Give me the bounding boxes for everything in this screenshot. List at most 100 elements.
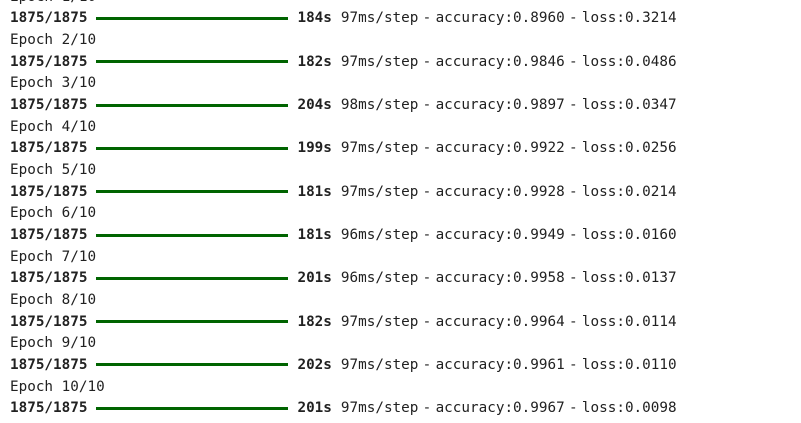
accuracy-value: 0.9958 bbox=[513, 270, 565, 287]
epoch-time: 202s bbox=[297, 356, 332, 373]
epoch-time: 204s bbox=[297, 97, 332, 114]
separator: - bbox=[569, 140, 578, 157]
separator: - bbox=[422, 227, 432, 244]
loss-value: 0.3214 bbox=[624, 10, 677, 27]
epoch-time: 181s bbox=[297, 227, 332, 244]
loss-label: loss: bbox=[581, 313, 625, 330]
progress-bar bbox=[96, 60, 289, 64]
epoch-progress-line: 1875/1875 201s 97ms/step - accuracy: 0.9967-… bbox=[10, 397, 798, 419]
accuracy-value: 0.9928 bbox=[513, 183, 565, 200]
separator: - bbox=[569, 400, 578, 417]
separator: - bbox=[569, 53, 578, 70]
epoch-label: Epoch 9/10 bbox=[10, 335, 97, 352]
loss-value: 0.0098 bbox=[624, 400, 677, 417]
progress-bar bbox=[96, 146, 289, 150]
epoch-header: Epoch 2/10 bbox=[10, 29, 798, 51]
step-counter: 1875/1875 bbox=[10, 53, 88, 70]
epoch-time: 201s bbox=[297, 270, 332, 287]
separator: - bbox=[422, 183, 432, 200]
loss-value: 0.0256 bbox=[624, 140, 677, 157]
epoch-header: Epoch 3/10 bbox=[10, 73, 798, 95]
separator: - bbox=[569, 227, 578, 244]
loss-label: loss: bbox=[581, 400, 625, 417]
accuracy-value: 0.8960 bbox=[513, 10, 565, 27]
progress-bar bbox=[96, 276, 289, 280]
loss-value: 0.0486 bbox=[624, 53, 677, 70]
epoch-progress-line: 1875/1875 202s 97ms/step - accuracy: 0.9961-… bbox=[10, 354, 798, 376]
step-counter: 1875/1875 bbox=[10, 97, 88, 114]
epoch-header: Epoch 5/10 bbox=[10, 159, 798, 181]
separator: - bbox=[569, 313, 578, 330]
step-counter: 1875/1875 bbox=[10, 356, 88, 373]
accuracy-label: accuracy: bbox=[435, 270, 514, 287]
time-per-step: 97ms/step bbox=[340, 183, 419, 200]
time-per-step: 97ms/step bbox=[340, 140, 419, 157]
accuracy-value: 0.9922 bbox=[513, 140, 565, 157]
accuracy-value: 0.9949 bbox=[513, 227, 565, 244]
step-counter: 1875/1875 bbox=[10, 400, 88, 417]
step-counter: 1875/1875 bbox=[10, 270, 88, 287]
progress-bar bbox=[96, 190, 289, 194]
separator: - bbox=[422, 270, 432, 287]
epoch-progress-line: 1875/1875 182s 97ms/step - accuracy: 0.9846-… bbox=[10, 51, 798, 73]
loss-label: loss: bbox=[581, 270, 625, 287]
separator: - bbox=[422, 10, 432, 27]
epoch-progress-line: 1875/1875 181s 97ms/step - accuracy: 0.9928-… bbox=[10, 181, 798, 203]
accuracy-value: 0.9964 bbox=[513, 313, 565, 330]
time-per-step: 96ms/step bbox=[340, 270, 419, 287]
epoch-progress-line: 1875/1875 181s 96ms/step - accuracy: 0.9949-… bbox=[10, 224, 798, 246]
training-output-console: Epoch 1/101875/1875184s97ms/step-accurac… bbox=[0, 0, 801, 423]
time-per-step: 96ms/step bbox=[340, 227, 419, 244]
separator: - bbox=[422, 400, 432, 417]
time-per-step: 97ms/step bbox=[340, 356, 419, 373]
accuracy-label: accuracy: bbox=[435, 10, 514, 27]
separator: - bbox=[422, 97, 432, 114]
loss-value: 0.0137 bbox=[624, 270, 677, 287]
loss-label: loss: bbox=[581, 227, 625, 244]
epoch-time: 201s bbox=[297, 400, 332, 417]
step-counter: 1875/1875 bbox=[10, 227, 88, 244]
accuracy-value: 0.9846 bbox=[513, 53, 565, 70]
epoch-label: Epoch 8/10 bbox=[10, 292, 97, 309]
epoch-time: 199s bbox=[297, 140, 332, 157]
epoch-header: Epoch 9/10 bbox=[10, 333, 798, 355]
epoch-progress-line: 1875/1875 204s 98ms/step - accuracy: 0.9897-… bbox=[10, 94, 798, 116]
progress-bar bbox=[96, 363, 289, 367]
loss-label: loss: bbox=[581, 140, 625, 157]
time-per-step: 97ms/step bbox=[340, 10, 419, 27]
epoch-header: Epoch 10/10 bbox=[10, 376, 798, 398]
separator: - bbox=[569, 356, 578, 373]
step-counter: 1875/1875 bbox=[10, 140, 88, 157]
time-per-step: 98ms/step bbox=[340, 97, 419, 114]
loss-label: loss: bbox=[581, 356, 625, 373]
progress-bar bbox=[96, 16, 289, 20]
progress-bar bbox=[96, 233, 289, 237]
progress-bar bbox=[96, 103, 289, 107]
epoch-progress-line: 1875/1875 182s 97ms/step - accuracy: 0.9964-… bbox=[10, 311, 798, 333]
epoch-label: Epoch 3/10 bbox=[10, 75, 97, 92]
accuracy-value: 0.9967 bbox=[513, 400, 565, 417]
accuracy-value: 0.9961 bbox=[513, 356, 565, 373]
epoch-time: 182s bbox=[297, 313, 332, 330]
epoch-label: Epoch 4/10 bbox=[10, 118, 97, 135]
epoch-progress-line: 1875/1875 201s 96ms/step - accuracy: 0.9958-… bbox=[10, 268, 798, 290]
separator: - bbox=[569, 183, 578, 200]
step-counter: 1875/1875 bbox=[10, 10, 88, 27]
accuracy-label: accuracy: bbox=[435, 140, 514, 157]
separator: - bbox=[422, 53, 432, 70]
step-counter: 1875/1875 bbox=[10, 183, 88, 200]
epoch-time: 181s bbox=[297, 183, 332, 200]
epoch-label: Epoch 2/10 bbox=[10, 32, 97, 49]
epoch-progress-line: 1875/1875 199s 97ms/step - accuracy: 0.9922-… bbox=[10, 138, 798, 160]
loss-value: 0.0114 bbox=[624, 313, 677, 330]
time-per-step: 97ms/step bbox=[340, 53, 419, 70]
loss-value: 0.0214 bbox=[624, 183, 677, 200]
loss-label: loss: bbox=[581, 97, 625, 114]
epoch-label: Epoch 1/10 bbox=[10, 0, 96, 5]
loss-label: loss: bbox=[581, 183, 625, 200]
accuracy-label: accuracy: bbox=[435, 53, 514, 70]
separator: - bbox=[569, 97, 578, 114]
epoch-label: Epoch 5/10 bbox=[10, 162, 97, 179]
epoch-label: Epoch 6/10 bbox=[10, 205, 97, 222]
epoch-time: 184s bbox=[297, 10, 332, 27]
